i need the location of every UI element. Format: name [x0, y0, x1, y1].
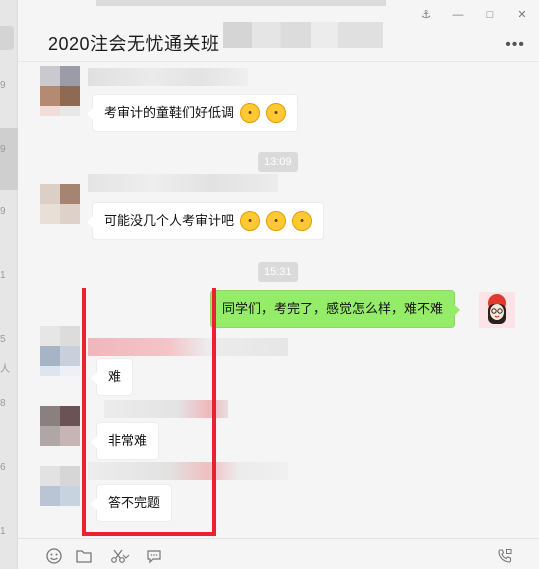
list-item-time: 8	[0, 398, 6, 409]
maximize-icon[interactable]: □	[479, 6, 501, 24]
blurred-sender-name	[88, 174, 278, 192]
folder-icon[interactable]	[75, 547, 93, 565]
avatar[interactable]	[40, 184, 80, 224]
more-icon[interactable]: •••	[505, 36, 525, 54]
avatar[interactable]	[40, 466, 80, 506]
blurred-sender-name	[104, 400, 228, 418]
video-call-icon[interactable]	[496, 547, 514, 565]
avatar-blur	[40, 366, 80, 386]
message-text: 非常难	[108, 433, 148, 448]
search-button-edge[interactable]	[0, 26, 14, 50]
list-item-time: 1	[0, 270, 6, 281]
message-bubble[interactable]: 答不完题	[90, 484, 173, 522]
list-item-time: 6	[0, 462, 6, 473]
avatar-blur	[40, 106, 80, 126]
list-item-time: 人	[0, 364, 10, 375]
message-text: 同学们，考完了，感觉怎么样，难不难	[222, 301, 444, 316]
message-list[interactable]: 考审计的童鞋们好低调 • • 13:09 可能没几个人考审计吧 • • • 15:31 同…	[18, 62, 539, 536]
message-bubble[interactable]: 非常难	[90, 422, 160, 460]
chat-title: 2020注会无忧通关班	[48, 34, 220, 54]
chat-window: 2020注会无忧通关班 ⚓ — □ ✕ ••• 考审计的童鞋们好低调 • • 13:…	[18, 0, 539, 569]
blurred-area	[96, 0, 386, 6]
avatar[interactable]	[40, 326, 80, 366]
message-text: 考审计的童鞋们好低调	[104, 105, 235, 120]
grin-emoji-icon: •	[266, 210, 287, 231]
conversation-list-edge: 9 9 9 1 5 人 8 6 1	[0, 0, 18, 569]
list-item-time: 9	[0, 206, 6, 217]
message-bubble[interactable]: 难	[90, 358, 134, 396]
avatar[interactable]	[40, 66, 80, 106]
close-icon[interactable]: ✕	[511, 6, 533, 24]
blurred-member-count	[223, 22, 383, 48]
chat-bubble-icon[interactable]	[145, 547, 163, 565]
minimize-icon[interactable]: —	[447, 6, 469, 24]
chevron-down-icon[interactable]	[121, 547, 131, 565]
blurred-sender-name	[88, 68, 248, 86]
input-toolbar	[18, 538, 539, 569]
pin-icon[interactable]: ⚓	[415, 6, 437, 24]
thinking-emoji-icon: •	[240, 102, 261, 123]
blurred-sender-name	[88, 462, 288, 480]
grin-emoji-icon: •	[240, 210, 261, 231]
timestamp: 15:31	[258, 262, 298, 282]
message-text: 答不完题	[108, 495, 161, 510]
grin-emoji-icon: •	[292, 210, 313, 231]
my-avatar[interactable]	[479, 292, 515, 328]
list-item-time: 9	[0, 144, 6, 155]
cartoon-avatar-icon	[479, 292, 515, 328]
message-text: 难	[108, 369, 122, 384]
list-item-time: 1	[0, 526, 6, 537]
timestamp: 13:09	[258, 152, 298, 172]
list-item-time: 5	[0, 334, 6, 345]
message-text: 可能没几个人考审计吧	[104, 213, 235, 228]
message-bubble[interactable]: 考审计的童鞋们好低调 • •	[86, 94, 299, 132]
thinking-emoji-icon: •	[266, 102, 287, 123]
chat-header: 2020注会无忧通关班 ⚓ — □ ✕ •••	[18, 0, 539, 62]
my-message-bubble[interactable]: 同学们，考完了，感觉怎么样，难不难	[210, 290, 461, 328]
selected-conversation-edge[interactable]	[0, 128, 18, 190]
avatar[interactable]	[40, 406, 80, 446]
emoji-icon[interactable]	[45, 547, 63, 565]
message-bubble[interactable]: 可能没几个人考审计吧 • • •	[86, 202, 325, 240]
blurred-sender-name	[88, 338, 288, 356]
list-item-time: 9	[0, 80, 6, 91]
